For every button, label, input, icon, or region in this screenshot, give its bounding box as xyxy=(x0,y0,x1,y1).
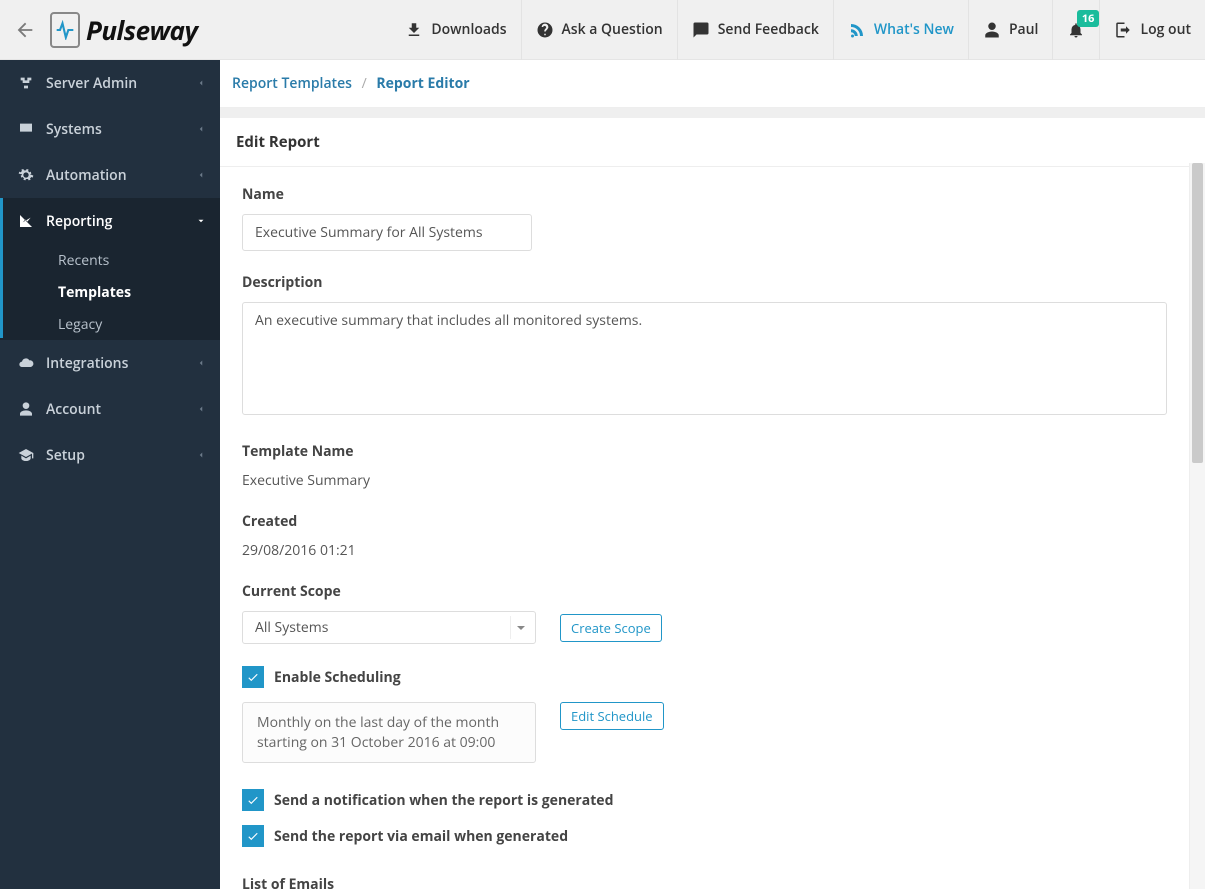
edit-schedule-button[interactable]: Edit Schedule xyxy=(560,702,664,730)
ask-question-link[interactable]: Ask a Question xyxy=(521,0,677,60)
nav-label: Automation xyxy=(46,166,127,185)
user-icon xyxy=(18,401,34,417)
nav-label: Server Admin xyxy=(46,74,137,93)
logout-icon xyxy=(1114,21,1132,39)
back-button[interactable] xyxy=(0,0,50,60)
page-title: Edit Report xyxy=(220,118,1205,167)
feedback-label: Send Feedback xyxy=(718,20,819,39)
scope-select[interactable]: All Systems xyxy=(242,611,536,644)
user-icon xyxy=(983,21,1001,39)
nav-label: Reporting xyxy=(46,212,112,231)
sitemap-icon xyxy=(18,75,34,91)
send-notification-label: Send a notification when the report is g… xyxy=(274,791,613,810)
check-icon xyxy=(246,793,260,807)
name-input[interactable] xyxy=(242,214,532,251)
logout-link[interactable]: Log out xyxy=(1099,0,1205,60)
chart-icon xyxy=(18,213,34,229)
nav-label: Systems xyxy=(46,120,102,139)
sidebar-item-setup[interactable]: Setup xyxy=(0,432,220,478)
nav-label: Account xyxy=(46,400,101,419)
download-icon xyxy=(405,21,423,39)
whats-new-link[interactable]: What's New xyxy=(833,0,968,60)
notifications-button[interactable]: 16 xyxy=(1052,0,1099,60)
cloud-icon xyxy=(18,355,34,371)
chevron-down-icon xyxy=(196,216,206,226)
chevron-left-icon xyxy=(196,78,206,88)
chevron-left-icon xyxy=(196,450,206,460)
description-label: Description xyxy=(242,273,1183,292)
sidebar-item-systems[interactable]: Systems xyxy=(0,106,220,152)
template-name-value: Executive Summary xyxy=(242,471,1183,490)
top-header: Pulseway Downloads Ask a Question Send F… xyxy=(0,0,1205,60)
chevron-left-icon xyxy=(196,358,206,368)
send-feedback-link[interactable]: Send Feedback xyxy=(677,0,833,60)
logo[interactable]: Pulseway xyxy=(50,12,198,48)
sub-label: Legacy xyxy=(58,315,102,334)
user-label: Paul xyxy=(1009,20,1039,39)
chevron-left-icon xyxy=(196,404,206,414)
enable-scheduling-label: Enable Scheduling xyxy=(274,668,401,687)
desktop-icon xyxy=(18,121,34,137)
nav-label: Setup xyxy=(46,446,85,465)
nav-label: Integrations xyxy=(46,354,128,373)
user-menu[interactable]: Paul xyxy=(968,0,1053,60)
arrow-left-icon xyxy=(14,19,36,41)
main-content: Report Templates / Report Editor Edit Re… xyxy=(220,60,1205,889)
created-value: 29/08/2016 01:21 xyxy=(242,541,1183,560)
scope-selected: All Systems xyxy=(255,618,328,637)
create-scope-button[interactable]: Create Scope xyxy=(560,614,662,642)
sidebar-item-server-admin[interactable]: Server Admin xyxy=(0,60,220,106)
sidebar: Server Admin Systems Automation Reportin… xyxy=(0,60,220,889)
scrollbar-thumb[interactable] xyxy=(1192,163,1203,463)
breadcrumb: Report Templates / Report Editor xyxy=(220,60,1205,108)
check-icon xyxy=(246,670,260,684)
graduation-icon xyxy=(18,447,34,463)
sidebar-item-automation[interactable]: Automation xyxy=(0,152,220,198)
reporting-submenu: Recents Templates Legacy xyxy=(0,244,220,340)
sidebar-sub-recents[interactable]: Recents xyxy=(0,244,220,276)
send-email-checkbox[interactable] xyxy=(242,825,264,847)
rss-icon xyxy=(848,21,866,39)
breadcrumb-separator: / xyxy=(356,74,373,93)
sidebar-sub-legacy[interactable]: Legacy xyxy=(0,308,220,340)
downloads-label: Downloads xyxy=(431,20,506,39)
send-notification-checkbox[interactable] xyxy=(242,789,264,811)
sidebar-item-reporting[interactable]: Reporting xyxy=(0,198,220,244)
notification-badge: 16 xyxy=(1077,10,1100,27)
scope-label: Current Scope xyxy=(242,582,1183,601)
sidebar-sub-templates[interactable]: Templates xyxy=(0,276,220,308)
whatsnew-label: What's New xyxy=(874,20,954,39)
emails-label: List of Emails xyxy=(242,875,1183,889)
chevron-left-icon xyxy=(196,170,206,180)
send-email-label: Send the report via email when generated xyxy=(274,827,568,846)
gears-icon xyxy=(18,167,34,183)
template-name-label: Template Name xyxy=(242,442,1183,461)
created-label: Created xyxy=(242,512,1183,531)
scrollbar[interactable] xyxy=(1189,163,1205,889)
breadcrumb-current: Report Editor xyxy=(376,74,469,93)
sub-label: Templates xyxy=(58,283,131,302)
schedule-display: Monthly on the last day of the month sta… xyxy=(242,702,536,763)
ask-label: Ask a Question xyxy=(562,20,663,39)
chevron-left-icon xyxy=(196,124,206,134)
description-input[interactable] xyxy=(242,302,1167,415)
question-icon xyxy=(536,21,554,39)
downloads-link[interactable]: Downloads xyxy=(391,0,520,60)
divider-bar xyxy=(220,108,1205,118)
check-icon xyxy=(246,829,260,843)
logo-icon xyxy=(50,12,80,48)
enable-scheduling-checkbox[interactable] xyxy=(242,666,264,688)
name-label: Name xyxy=(242,185,1183,204)
logout-label: Log out xyxy=(1140,20,1191,39)
logo-text: Pulseway xyxy=(86,12,198,48)
sidebar-item-integrations[interactable]: Integrations xyxy=(0,340,220,386)
sub-label: Recents xyxy=(58,251,109,270)
feedback-icon xyxy=(692,21,710,39)
breadcrumb-root[interactable]: Report Templates xyxy=(232,74,352,93)
sidebar-item-account[interactable]: Account xyxy=(0,386,220,432)
form-body: Name Description Template Name Executive… xyxy=(220,167,1205,889)
